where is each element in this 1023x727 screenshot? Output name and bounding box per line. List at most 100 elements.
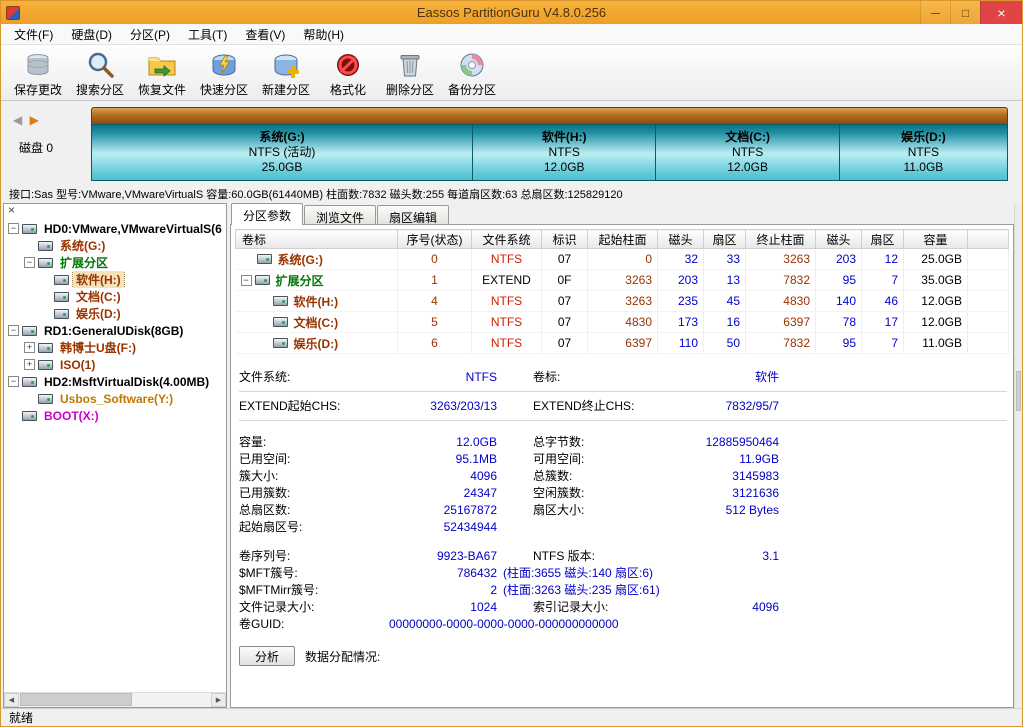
drive-icon bbox=[273, 296, 288, 306]
tab-browse-files[interactable]: 浏览文件 bbox=[304, 205, 376, 225]
detail-row: $MFTMirr簇号:2(柱面:3263 磁头:235 扇区:61) bbox=[239, 581, 1013, 598]
expander-icon[interactable]: − bbox=[241, 275, 252, 286]
detail-label: 可用空间: bbox=[533, 450, 683, 467]
close-button[interactable]: × bbox=[980, 1, 1022, 24]
partition-size: 12.0GB bbox=[727, 160, 768, 175]
scroll-right-icon[interactable]: ▶ bbox=[211, 693, 226, 707]
detail-row: 簇大小:4096总簇数:3145983 bbox=[239, 467, 1013, 484]
toolbar-new-partition-button[interactable]: 新建分区 bbox=[255, 47, 317, 100]
expander-icon[interactable]: − bbox=[8, 376, 19, 387]
tab-partition-params[interactable]: 分区参数 bbox=[231, 203, 303, 225]
toolbar-save-changes-button[interactable]: 保存更改 bbox=[7, 47, 69, 100]
detail-value: 12.0GB bbox=[387, 435, 497, 449]
splitter-handle-icon[interactable] bbox=[1016, 371, 1021, 411]
disk-bar[interactable] bbox=[91, 107, 1008, 124]
tree-item-usbos-y[interactable]: Usbos_Software(Y:) bbox=[4, 390, 226, 407]
scrollbar-track[interactable] bbox=[19, 693, 211, 707]
expander-icon[interactable]: + bbox=[24, 342, 35, 353]
menu-help[interactable]: 帮助(H) bbox=[294, 24, 353, 45]
partition-name-wrap: 系统(G:) bbox=[241, 251, 393, 268]
overview-partition-2[interactable]: 文档(C:)NTFS12.0GB bbox=[656, 125, 839, 180]
toolbar-recover-files-button[interactable]: 恢复文件 bbox=[131, 47, 193, 100]
expander-icon[interactable]: − bbox=[8, 325, 19, 336]
table-row-docs-c[interactable]: 文档(C:)5NTFS074830173166397781712.0GB bbox=[236, 312, 1009, 333]
app-logo-icon bbox=[6, 6, 20, 20]
detail-value: 3.1 bbox=[683, 549, 779, 563]
scrollbar-thumb[interactable] bbox=[20, 693, 132, 706]
overview-partition-0[interactable]: 系统(G:)NTFS (活动)25.0GB bbox=[92, 125, 473, 180]
panel-close-icon[interactable]: × bbox=[4, 204, 226, 218]
tree-item-extended-partition[interactable]: −扩展分区 bbox=[4, 254, 226, 271]
toolbar-format-button[interactable]: 格式化 bbox=[317, 47, 379, 100]
table-cell: 6397 bbox=[746, 312, 816, 333]
detail-label: 容量: bbox=[239, 433, 387, 450]
toolbar-quick-partition-button[interactable]: 快速分区 bbox=[193, 47, 255, 100]
table-row-entertainment-d[interactable]: 娱乐(D:)6NTFS07639711050783295711.0GB bbox=[236, 333, 1009, 354]
expander-icon[interactable]: + bbox=[24, 359, 35, 370]
detail-label: 总字节数: bbox=[533, 433, 683, 450]
detail-value: 52434944 bbox=[387, 520, 497, 534]
partition-blocks: 系统(G:)NTFS (活动)25.0GB软件(H:)NTFS12.0GB文档(… bbox=[91, 124, 1008, 181]
statusbar: 就绪 bbox=[1, 708, 1022, 726]
minimize-button[interactable]: ─ bbox=[920, 1, 950, 24]
tree-item-hd2[interactable]: −HD2:MsftVirtualDisk(4.00MB) bbox=[4, 373, 226, 390]
partition-fs: NTFS bbox=[549, 145, 580, 160]
maximize-button[interactable]: □ bbox=[950, 1, 980, 24]
drive-icon bbox=[22, 326, 37, 336]
detail-value: 11.9GB bbox=[683, 452, 779, 466]
drive-icon bbox=[54, 309, 69, 319]
tree-item-hd0[interactable]: −HD0:VMware,VMwareVirtualS(6 bbox=[4, 220, 226, 237]
partition-name-cell: 系统(G:) bbox=[236, 249, 398, 270]
detail-group-1: 容量:12.0GB总字节数:12885950464已用空间:95.1MB可用空间… bbox=[239, 433, 1013, 535]
tree-item-docs-c[interactable]: 文档(C:) bbox=[4, 288, 226, 305]
tree-item-rd1[interactable]: −RD1:GeneralUDisk(8GB) bbox=[4, 322, 226, 339]
menu-view[interactable]: 查看(V) bbox=[236, 24, 294, 45]
partition-size: 25.0GB bbox=[262, 160, 303, 175]
right-splitter[interactable] bbox=[1014, 203, 1022, 708]
detail-label: 索引记录大小: bbox=[533, 598, 683, 615]
next-disk-arrow-icon[interactable]: ▶ bbox=[30, 113, 39, 127]
overview-partition-3[interactable]: 娱乐(D:)NTFS11.0GB bbox=[840, 125, 1007, 180]
detail-row: 卷GUID:00000000-0000-0000-0000-0000000000… bbox=[239, 615, 1013, 632]
tree-item-system-g[interactable]: 系统(G:) bbox=[4, 237, 226, 254]
table-cell: 4830 bbox=[746, 291, 816, 312]
expander-icon[interactable]: − bbox=[8, 223, 19, 234]
partition-name-cell: 娱乐(D:) bbox=[236, 333, 398, 354]
menu-disk[interactable]: 硬盘(D) bbox=[62, 24, 121, 45]
toolbar-button-label: 恢复文件 bbox=[138, 81, 186, 98]
overview-partition-1[interactable]: 软件(H:)NTFS12.0GB bbox=[473, 125, 656, 180]
tree-horizontal-scrollbar[interactable]: ◀ ▶ bbox=[4, 692, 226, 707]
tab-sector-edit[interactable]: 扇区编辑 bbox=[377, 205, 449, 225]
tree-item-software-h[interactable]: 软件(H:) bbox=[4, 271, 226, 288]
toolbar-backup-partition-button[interactable]: 备份分区 bbox=[441, 47, 503, 100]
scroll-left-icon[interactable]: ◀ bbox=[4, 693, 19, 707]
tree-item-hanboshi-f[interactable]: +韩博士U盘(F:) bbox=[4, 339, 226, 356]
partition-size: 11.0GB bbox=[904, 160, 944, 175]
partition-table: 卷标序号(状态)文件系统标识起始柱面磁头扇区终止柱面磁头扇区容量系统(G:)0N… bbox=[235, 229, 1009, 354]
prev-disk-arrow-icon[interactable]: ◀ bbox=[13, 113, 22, 127]
tree-item-iso1[interactable]: +ISO(1) bbox=[4, 356, 226, 373]
analyze-button[interactable]: 分析 bbox=[239, 646, 295, 666]
toolbar-button-label: 删除分区 bbox=[386, 81, 434, 98]
table-cell: 6 bbox=[398, 333, 472, 354]
tree-item-entertainment-d[interactable]: 娱乐(D:) bbox=[4, 305, 226, 322]
expander-icon[interactable]: − bbox=[24, 257, 35, 268]
table-row-system-g[interactable]: 系统(G:)0NTFS070323332632031225.0GB bbox=[236, 249, 1009, 270]
column-header-1: 序号(状态) bbox=[398, 230, 472, 249]
table-cell: 4830 bbox=[588, 312, 658, 333]
table-cell: NTFS bbox=[472, 333, 542, 354]
menu-partition[interactable]: 分区(P) bbox=[121, 24, 179, 45]
toolbar-search-partition-button[interactable]: 搜索分区 bbox=[69, 47, 131, 100]
table-cell-filler bbox=[968, 270, 1009, 291]
tree-item-label: 娱乐(D:) bbox=[73, 305, 124, 322]
table-row-software-h[interactable]: 软件(H:)4NTFS0732632354548301404612.0GB bbox=[236, 291, 1009, 312]
menu-tools[interactable]: 工具(T) bbox=[179, 24, 236, 45]
toolbar-delete-partition-button[interactable]: 删除分区 bbox=[379, 47, 441, 100]
table-cell: 95 bbox=[816, 270, 862, 291]
menu-file[interactable]: 文件(F) bbox=[5, 24, 62, 45]
table-cell: 3263 bbox=[746, 249, 816, 270]
tree-item-boot-x[interactable]: BOOT(X:) bbox=[4, 407, 226, 424]
toolbar-button-label: 搜索分区 bbox=[76, 81, 124, 98]
partition-name-wrap: 文档(C:) bbox=[241, 314, 393, 331]
table-row-extended-partition[interactable]: −扩展分区1EXTEND0F326320313783295735.0GB bbox=[236, 270, 1009, 291]
